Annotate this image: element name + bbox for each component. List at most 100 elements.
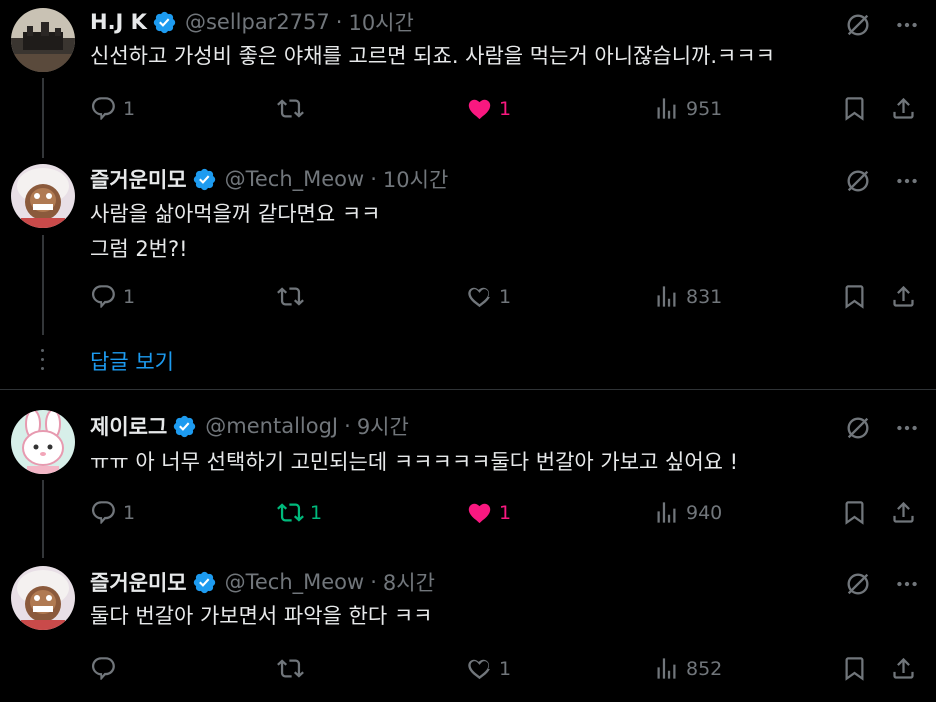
like-count: 1 [499, 501, 512, 524]
display-name[interactable]: 제이로그 [90, 411, 167, 441]
handle[interactable]: @mentallogJ [205, 414, 338, 438]
display-name[interactable]: 즐거운미모 [90, 164, 187, 194]
views-button[interactable]: 951 [653, 95, 722, 122]
like-count: 1 [499, 285, 512, 308]
separator-dot: · [370, 167, 377, 191]
separator-dot: · [335, 10, 343, 34]
timestamp[interactable]: 9시간 [357, 411, 409, 441]
retweet-button[interactable] [277, 283, 310, 310]
timestamp[interactable]: 10시간 [348, 7, 413, 37]
grok-icon[interactable] [844, 570, 872, 598]
verified-badge-icon [192, 167, 217, 192]
grok-icon[interactable] [844, 11, 872, 39]
separator-dot: · [344, 414, 351, 438]
bookmark-button[interactable] [841, 95, 868, 122]
action-bar: 1 1 1 940 [90, 499, 920, 529]
views-button[interactable]: 852 [653, 655, 722, 682]
avatar[interactable] [11, 8, 75, 72]
reply-button[interactable]: 1 [90, 95, 135, 122]
share-button[interactable] [890, 655, 917, 682]
bookmark-button[interactable] [841, 499, 868, 526]
handle[interactable]: @sellpar2757 [185, 10, 330, 34]
action-bar: 1 1 951 [90, 95, 920, 125]
share-icon [890, 95, 917, 122]
more-options-icon[interactable] [894, 12, 920, 38]
reply-button[interactable] [90, 655, 123, 682]
views-icon [653, 95, 680, 122]
tweet-header: 즐거운미모 @Tech_Meow · 10시간 [90, 166, 448, 192]
avatar[interactable] [11, 566, 75, 630]
grok-icon[interactable] [844, 167, 872, 195]
display-name[interactable]: H.J K [90, 10, 147, 34]
retweet-button[interactable] [277, 95, 310, 122]
share-icon [890, 655, 917, 682]
views-icon [653, 283, 680, 310]
views-button[interactable]: 831 [653, 283, 722, 310]
bookmark-icon [841, 499, 868, 526]
retweet-icon [277, 655, 304, 682]
view-count: 852 [686, 657, 723, 680]
verified-badge-icon [152, 10, 177, 35]
reply-button[interactable]: 1 [90, 283, 135, 310]
bookmark-button[interactable] [841, 655, 868, 682]
reply-count: 1 [123, 285, 136, 308]
heart-filled-icon [466, 499, 493, 526]
tweet-text: 신선하고 가성비 좋은 야채를 고르면 되죠. 사람을 먹는거 아니잖습니까.ㅋ… [90, 44, 775, 68]
tweet-header: H.J K @sellpar2757 · 10시간 [90, 9, 414, 35]
tweet-3[interactable]: 제이로그 @mentallogJ · 9시간 ㅠㅠ 아 너무 선택하기 고민되는… [0, 390, 936, 550]
like-button[interactable]: 1 [466, 283, 511, 310]
share-button[interactable] [890, 283, 917, 310]
display-name[interactable]: 즐거운미모 [90, 567, 187, 597]
views-icon [653, 499, 680, 526]
retweet-count: 1 [310, 501, 323, 524]
bookmark-button[interactable] [841, 283, 868, 310]
tweet-text: ㅠㅠ 아 너무 선택하기 고민되는데 ㅋㅋㅋㅋㅋ둘다 번갈아 가보고 싶어요 ! [90, 450, 739, 474]
view-count: 951 [686, 97, 723, 120]
tweet-1[interactable]: H.J K @sellpar2757 · 10시간 신선하고 가성비 좋은 야채… [0, 0, 936, 160]
views-button[interactable]: 940 [653, 499, 722, 526]
tweet-header: 즐거운미모 @Tech_Meow · 8시간 [90, 569, 435, 595]
retweet-icon [277, 95, 304, 122]
grok-icon[interactable] [844, 414, 872, 442]
views-icon [653, 655, 680, 682]
reply-button[interactable]: 1 [90, 499, 135, 526]
more-options-icon[interactable] [894, 571, 920, 597]
view-count: 831 [686, 285, 723, 308]
more-options-icon[interactable] [894, 415, 920, 441]
share-button[interactable] [890, 499, 917, 526]
reply-count: 1 [123, 501, 136, 524]
retweet-icon [277, 499, 304, 526]
heart-icon [466, 655, 493, 682]
handle[interactable]: @Tech_Meow [225, 570, 365, 594]
timestamp[interactable]: 10시간 [383, 164, 448, 194]
heart-filled-icon [466, 95, 493, 122]
tweet-header: 제이로그 @mentallogJ · 9시간 [90, 413, 409, 439]
like-count: 1 [499, 657, 512, 680]
action-bar: 1 1 831 [90, 283, 920, 313]
timestamp[interactable]: 8시간 [383, 567, 435, 597]
more-options-icon[interactable] [894, 168, 920, 194]
handle[interactable]: @Tech_Meow [225, 167, 365, 191]
reply-count: 1 [123, 97, 136, 120]
heart-icon [466, 283, 493, 310]
tweet-4[interactable]: 즐거운미모 @Tech_Meow · 8시간 둘다 번갈아 가보면서 파악을 한… [0, 550, 936, 702]
tweet-2[interactable]: 즐거운미모 @Tech_Meow · 10시간 사람을 삶아먹을꺼 같다면요 ㅋ… [0, 160, 936, 340]
retweet-button[interactable]: 1 [277, 499, 322, 526]
retweet-button[interactable] [277, 655, 310, 682]
avatar[interactable] [11, 410, 75, 474]
like-button[interactable]: 1 [466, 655, 511, 682]
view-count: 940 [686, 501, 723, 524]
like-count: 1 [499, 97, 512, 120]
tweet-text: 둘다 번갈아 가보면서 파악을 한다 ㅋㅋ [90, 604, 433, 628]
retweet-icon [277, 283, 304, 310]
action-bar: 1 852 [90, 655, 920, 685]
bookmark-icon [841, 283, 868, 310]
like-button[interactable]: 1 [466, 95, 511, 122]
like-button[interactable]: 1 [466, 499, 511, 526]
avatar[interactable] [11, 164, 75, 228]
share-button[interactable] [890, 95, 917, 122]
show-replies-link[interactable]: 답글 보기 [90, 346, 174, 376]
reply-icon [90, 655, 117, 682]
share-icon [890, 499, 917, 526]
thread-dots [40, 349, 46, 376]
